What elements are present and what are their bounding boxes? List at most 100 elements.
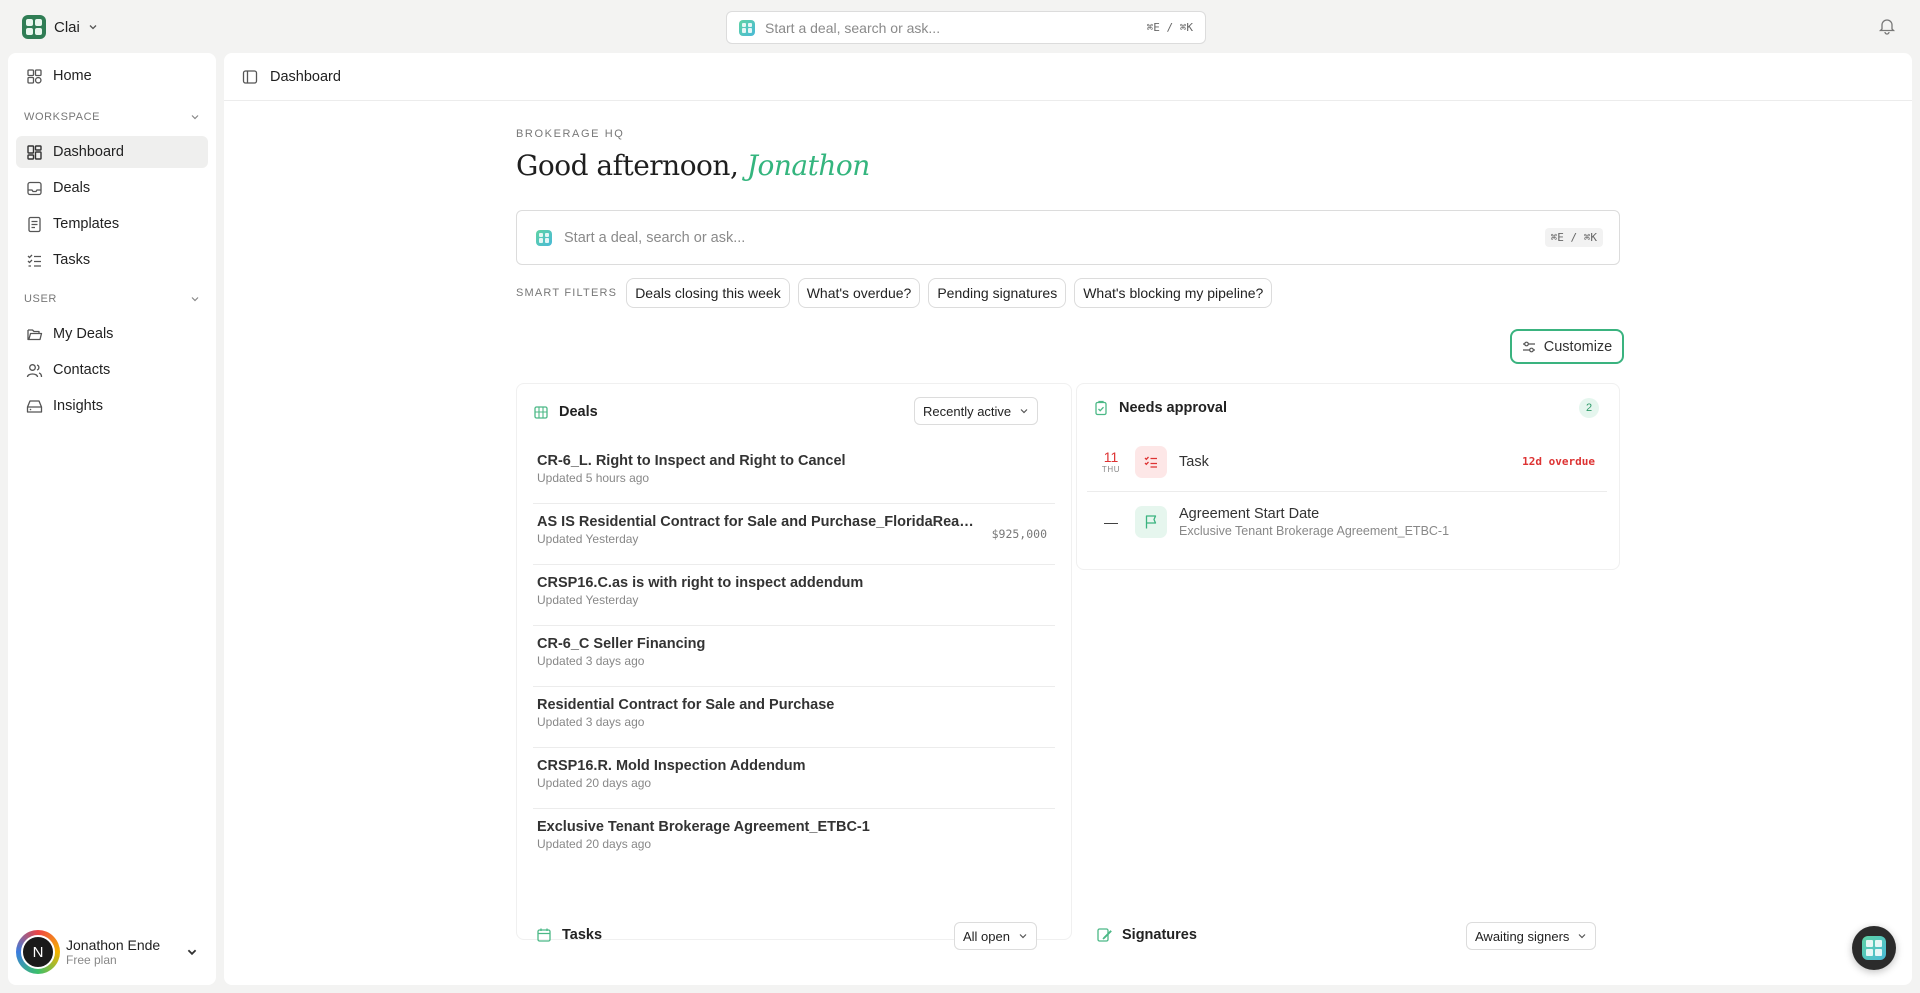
- flag-icon: [1145, 515, 1157, 529]
- search-shortcut: ⌘E / ⌘K: [1146, 21, 1193, 34]
- deal-row[interactable]: CR-6_L. Right to Inspect and Right to Ca…: [533, 444, 1055, 504]
- deals-sort-dropdown[interactable]: Recently active: [914, 397, 1039, 425]
- sidebar-item-my-deals[interactable]: My Deals: [16, 318, 208, 350]
- customize-label: Customize: [1543, 338, 1613, 355]
- assistant-launcher-button[interactable]: [1852, 926, 1896, 970]
- sidebar-item-dashboard[interactable]: Dashboard: [16, 136, 208, 168]
- signature-icon: [1097, 928, 1112, 942]
- card-title-text: Tasks: [562, 927, 603, 943]
- due-date-day: —: [1104, 514, 1118, 530]
- avatar-initial: N: [21, 935, 55, 969]
- deal-row[interactable]: Residential Contract for Sale and Purcha…: [533, 688, 1055, 748]
- sidebar-item-templates[interactable]: Templates: [16, 208, 208, 240]
- ai-logo-icon: [739, 19, 755, 36]
- card-title-text: Deals: [559, 404, 598, 420]
- deal-title: CRSP16.R. Mold Inspection Addendum: [537, 758, 806, 774]
- inbox-icon: [27, 181, 42, 195]
- dropdown-value: Recently active: [923, 403, 1012, 419]
- deals-card-title: Deals: [533, 404, 598, 420]
- sidebar-item-tasks[interactable]: Tasks: [16, 244, 208, 276]
- sidebar-item-insights[interactable]: Insights: [16, 390, 208, 422]
- card-title-text: Signatures: [1122, 927, 1197, 943]
- approval-row[interactable]: — Agreement Start Date Exclusive Tenant …: [1087, 492, 1607, 552]
- sidebar-item-label: Templates: [53, 216, 120, 232]
- approval-card-title: Needs approval: [1093, 400, 1227, 416]
- deal-row[interactable]: CRSP16.C.as is with right to inspect add…: [533, 566, 1055, 626]
- filter-chip[interactable]: What's overdue?: [797, 278, 921, 308]
- page-title: Good afternoon, Jonathon: [516, 149, 870, 182]
- approval-title: Task: [1179, 453, 1209, 470]
- workspace-switcher[interactable]: Clai: [22, 15, 98, 39]
- chevron-down-icon: [89, 25, 97, 30]
- due-date: —: [1087, 514, 1135, 530]
- app-name: Clai: [54, 18, 80, 36]
- chevron-down-icon: [191, 297, 199, 302]
- deal-row[interactable]: CR-6_C Seller Financing Updated 3 days ag…: [533, 627, 1055, 687]
- sidebar-item-contacts[interactable]: Contacts: [16, 354, 208, 386]
- approval-title: Agreement Start Date: [1179, 506, 1320, 522]
- document-icon: [28, 216, 41, 232]
- tasks-filter-dropdown[interactable]: All open: [954, 922, 1037, 950]
- smart-filters: SMART FILTERS Deals closing this week Wh…: [516, 278, 1273, 308]
- home-icon: [27, 68, 42, 84]
- deal-updated: Updated 5 hours ago: [537, 471, 650, 485]
- clipboard-check-icon: [1095, 400, 1107, 416]
- deal-title: CRSP16.C.as is with right to inspect add…: [537, 575, 864, 591]
- filter-chip[interactable]: What's blocking my pipeline?: [1074, 278, 1273, 308]
- signatures-card-title: Signatures: [1096, 927, 1197, 943]
- deal-title: Exclusive Tenant Brokerage Agreement_ETB…: [537, 819, 870, 835]
- sidebar-toggle-icon[interactable]: [242, 69, 258, 85]
- task-type-tile: [1135, 445, 1167, 478]
- notification-bell-icon[interactable]: [1878, 17, 1896, 35]
- user-section-header[interactable]: USER: [24, 293, 200, 305]
- approval-count-badge: 2: [1579, 398, 1599, 418]
- user-name: Jonathon Ende: [66, 937, 161, 953]
- checklist-icon: [27, 254, 41, 267]
- section-label: WORKSPACE: [24, 111, 101, 123]
- user-plan: Free plan: [66, 953, 117, 967]
- customize-button[interactable]: Customize: [1510, 329, 1624, 364]
- chevron-down-icon: [1578, 934, 1586, 939]
- filter-chip[interactable]: Deals closing this week: [626, 278, 790, 308]
- deal-row[interactable]: AS IS Residential Contract for Sale and …: [533, 505, 1055, 565]
- main-panel: Dashboard BROKERAGE HQ Good afternoon, J…: [224, 53, 1912, 985]
- calendar-icon: [537, 928, 551, 942]
- user-menu[interactable]: N Jonathon Ende Free plan: [12, 925, 212, 979]
- workspace-section-header[interactable]: WORKSPACE: [24, 111, 200, 123]
- signatures-filter-dropdown[interactable]: Awaiting signers: [1466, 922, 1597, 950]
- users-icon: [26, 363, 43, 377]
- search-placeholder: Start a deal, search or ask...: [564, 229, 746, 246]
- sidebar-item-home[interactable]: Home: [16, 60, 208, 92]
- global-search-input[interactable]: Start a deal, search or ask... ⌘E / ⌘K: [726, 11, 1206, 44]
- deal-row[interactable]: Exclusive Tenant Brokerage Agreement_ETB…: [533, 810, 1055, 870]
- ai-logo-icon: [536, 229, 552, 246]
- ask-search-input[interactable]: Start a deal, search or ask... ⌘E / ⌘K: [516, 210, 1620, 265]
- dropdown-value: Awaiting signers: [1475, 928, 1570, 944]
- sliders-icon: [1522, 341, 1535, 352]
- milestone-type-tile: [1135, 506, 1167, 538]
- chevron-down-icon: [187, 949, 197, 956]
- deal-updated: Updated 20 days ago: [537, 837, 652, 851]
- deal-row[interactable]: CRSP16.R. Mold Inspection Addendum Update…: [533, 749, 1055, 809]
- deal-updated: Updated 20 days ago: [537, 776, 652, 790]
- due-date-weekday: THU: [1101, 465, 1121, 474]
- deal-updated: Updated 3 days ago: [537, 715, 645, 729]
- page-eyebrow: BROKERAGE HQ: [516, 128, 625, 140]
- sidebar-item-label: Home: [53, 68, 92, 84]
- sidebar-item-label: Contacts: [53, 362, 111, 378]
- approval-row[interactable]: 11 THU Task 12d overdue: [1087, 432, 1607, 492]
- deal-updated: Updated Yesterday: [537, 532, 639, 546]
- top-bar: Clai Start a deal, search or ask... ⌘E /…: [0, 0, 1920, 53]
- checklist-icon: [1144, 456, 1157, 468]
- sidebar-item-label: My Deals: [53, 326, 114, 342]
- deal-title: CR-6_L. Right to Inspect and Right to Ca…: [537, 453, 846, 469]
- smart-filters-label: SMART FILTERS: [516, 287, 618, 299]
- deal-updated: Updated Yesterday: [537, 593, 639, 607]
- greeting-name: Jonathon: [746, 149, 870, 182]
- sidebar: Home WORKSPACE Dashboard Deals Templates…: [8, 53, 216, 985]
- search-placeholder: Start a deal, search or ask...: [765, 19, 941, 36]
- page-header: Dashboard: [224, 53, 1912, 101]
- deals-card: Deals Recently active CR-6_L. Right to I…: [516, 383, 1072, 940]
- sidebar-item-deals[interactable]: Deals: [16, 172, 208, 204]
- filter-chip[interactable]: Pending signatures: [928, 278, 1067, 308]
